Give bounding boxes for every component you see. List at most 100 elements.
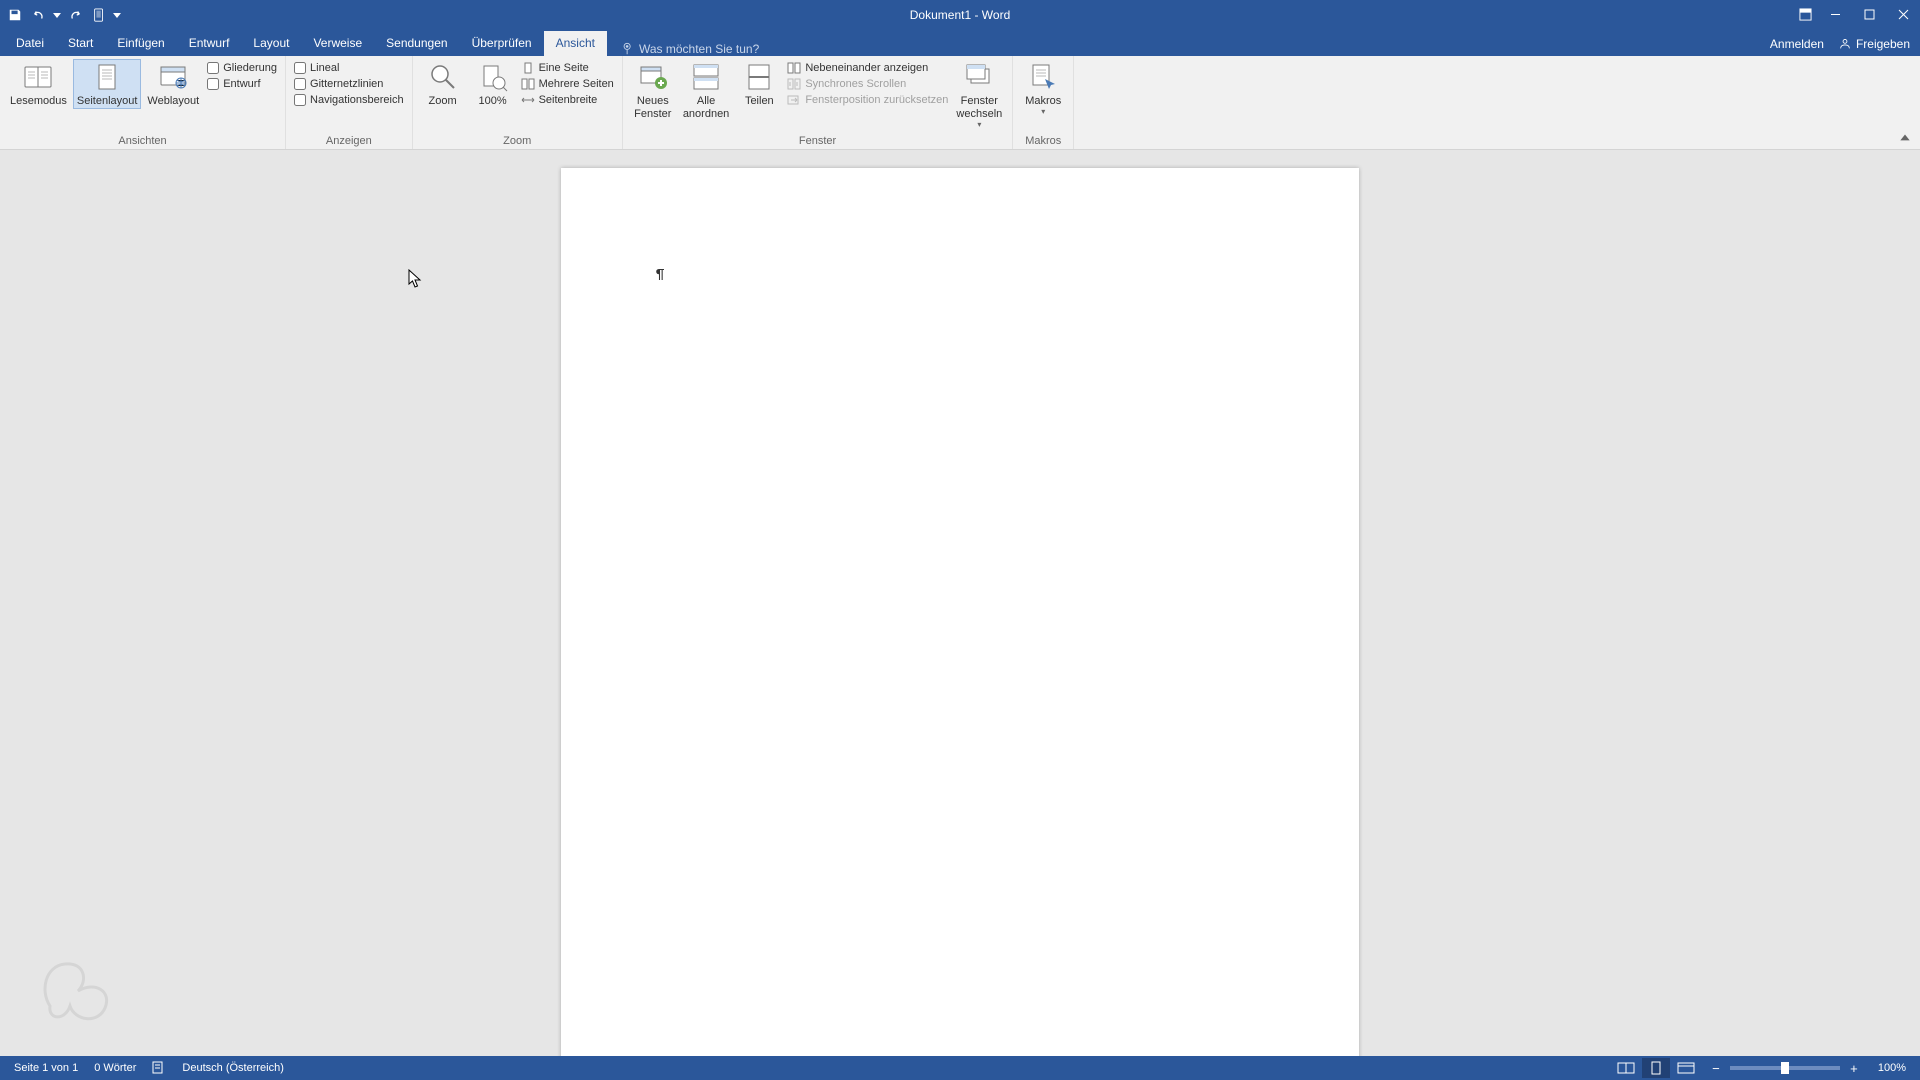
print-layout-view-button[interactable]	[1642, 1058, 1670, 1078]
zoom-icon	[427, 61, 459, 93]
web-layout-icon	[157, 61, 189, 93]
page-indicator[interactable]: Seite 1 von 1	[6, 1062, 86, 1074]
chevron-down-icon: ▾	[977, 121, 981, 129]
zoom-100-button[interactable]: 100%	[469, 59, 517, 108]
status-bar: Seite 1 von 1 0 Wörter Deutsch (Österrei…	[0, 1056, 1920, 1080]
group-label-makros: Makros	[1019, 133, 1067, 147]
tab-layout[interactable]: Layout	[241, 31, 301, 56]
outline-button[interactable]: Gliederung	[205, 61, 279, 75]
ribbon-tab-bar: Datei Start Einfügen Entwurf Layout Verw…	[0, 29, 1920, 56]
print-layout-icon	[91, 61, 123, 93]
save-button[interactable]	[4, 4, 26, 26]
tab-start[interactable]: Start	[56, 31, 105, 56]
one-page-button[interactable]: Eine Seite	[519, 61, 616, 75]
split-button[interactable]: Teilen	[735, 59, 783, 108]
tab-sendungen[interactable]: Sendungen	[374, 31, 459, 56]
read-mode-view-button[interactable]	[1612, 1058, 1640, 1078]
group-makros: Makros ▾ Makros	[1013, 56, 1074, 149]
web-layout-button[interactable]: Weblayout	[143, 59, 203, 108]
tab-ueberpruefen[interactable]: Überprüfen	[460, 31, 544, 56]
draft-button[interactable]: Entwurf	[205, 77, 279, 91]
gridlines-checkbox-item[interactable]: Gitternetzlinien	[292, 77, 406, 91]
switch-window-icon	[963, 61, 995, 93]
ruler-checkbox-item[interactable]: Lineal	[292, 61, 406, 75]
undo-dropdown[interactable]	[52, 4, 62, 26]
read-mode-icon	[22, 61, 54, 93]
zoom-in-button[interactable]: +	[1846, 1060, 1862, 1076]
title-right-actions: Anmelden Freigeben	[1770, 31, 1910, 56]
tell-me-placeholder: Was möchten Sie tun?	[639, 42, 759, 56]
print-layout-button[interactable]: Seitenlayout	[73, 59, 142, 109]
arrange-all-button[interactable]: Alle anordnen	[679, 59, 734, 121]
sync-scroll-icon	[787, 78, 801, 90]
group-label-ansichten: Ansichten	[6, 133, 279, 147]
switch-window-button[interactable]: Fenster wechseln ▾	[952, 59, 1006, 129]
document-page[interactable]: ¶	[561, 168, 1359, 1056]
reset-window-position-button[interactable]: Fensterposition zurücksetzen	[785, 93, 950, 107]
chevron-down-icon: ▾	[1041, 108, 1045, 116]
tab-entwurf[interactable]: Entwurf	[177, 31, 242, 56]
touch-mode-button[interactable]	[88, 4, 110, 26]
redo-button[interactable]	[64, 4, 86, 26]
minimize-button[interactable]	[1818, 0, 1852, 29]
qat-customize-dropdown[interactable]	[112, 4, 122, 26]
tab-datei[interactable]: Datei	[4, 31, 56, 56]
ruler-checkbox[interactable]	[294, 62, 306, 74]
side-by-side-button[interactable]: Nebeneinander anzeigen	[785, 61, 950, 75]
group-label-zoom: Zoom	[419, 133, 616, 147]
group-label-anzeigen: Anzeigen	[292, 133, 406, 147]
word-count[interactable]: 0 Wörter	[86, 1062, 144, 1074]
title-bar: Dokument1 - Word	[0, 0, 1920, 29]
collapse-ribbon-button[interactable]	[1898, 131, 1912, 145]
draft-checkbox[interactable]	[207, 78, 219, 90]
tell-me-search[interactable]: Was möchten Sie tun?	[621, 42, 759, 56]
macros-button[interactable]: Makros ▾	[1019, 59, 1067, 116]
read-mode-button[interactable]: Lesemodus	[6, 59, 71, 108]
page-width-button[interactable]: Seitenbreite	[519, 93, 616, 107]
document-canvas[interactable]: ¶	[0, 150, 1920, 1056]
web-layout-view-button[interactable]	[1672, 1058, 1700, 1078]
share-button[interactable]: Freigeben	[1838, 37, 1910, 51]
tab-verweise[interactable]: Verweise	[301, 31, 374, 56]
zoom-percent[interactable]: 100%	[1868, 1062, 1914, 1074]
maximize-button[interactable]	[1852, 0, 1886, 29]
new-window-button[interactable]: Neues Fenster	[629, 59, 677, 121]
page-width-icon	[521, 94, 535, 106]
group-label-fenster: Fenster	[629, 133, 1006, 147]
ribbon: Lesemodus Seitenlayout Weblayout Glieder…	[0, 56, 1920, 150]
share-label: Freigeben	[1856, 37, 1910, 51]
synchronous-scroll-button[interactable]: Synchrones Scrollen	[785, 77, 950, 91]
multi-page-button[interactable]: Mehrere Seiten	[519, 77, 616, 91]
undo-button[interactable]	[28, 4, 50, 26]
arrange-all-icon	[690, 61, 722, 93]
spellcheck-button[interactable]	[144, 1060, 174, 1077]
window-title: Dokument1 - Word	[910, 8, 1010, 22]
side-by-side-icon	[787, 62, 801, 74]
navpane-checkbox[interactable]	[294, 94, 306, 106]
split-icon	[743, 61, 775, 93]
group-zoom: Zoom 100% Eine Seite Mehrere Seiten	[413, 56, 623, 149]
gridlines-checkbox[interactable]	[294, 78, 306, 90]
close-button[interactable]	[1886, 0, 1920, 29]
macros-icon	[1027, 61, 1059, 93]
reset-pos-icon	[787, 94, 801, 106]
zoom-slider[interactable]	[1730, 1066, 1840, 1070]
navpane-checkbox-item[interactable]: Navigationsbereich	[292, 93, 406, 107]
tab-ansicht[interactable]: Ansicht	[544, 31, 607, 56]
new-window-icon	[637, 61, 669, 93]
tab-einfuegen[interactable]: Einfügen	[105, 31, 176, 56]
group-ansichten: Lesemodus Seitenlayout Weblayout Glieder…	[0, 56, 286, 149]
ribbon-display-options-button[interactable]	[1792, 0, 1818, 29]
zoom-100-icon	[477, 61, 509, 93]
zoom-slider-thumb[interactable]	[1781, 1062, 1789, 1074]
paragraph-mark: ¶	[656, 266, 664, 283]
outline-checkbox[interactable]	[207, 62, 219, 74]
one-page-icon	[521, 62, 535, 74]
language-indicator[interactable]: Deutsch (Österreich)	[174, 1062, 291, 1074]
window-controls	[1818, 0, 1920, 29]
watermark-icon	[30, 946, 120, 1026]
zoom-out-button[interactable]: −	[1708, 1060, 1724, 1076]
group-fenster: Neues Fenster Alle anordnen Teilen Neben…	[623, 56, 1013, 149]
zoom-button[interactable]: Zoom	[419, 59, 467, 108]
signin-link[interactable]: Anmelden	[1770, 37, 1824, 51]
